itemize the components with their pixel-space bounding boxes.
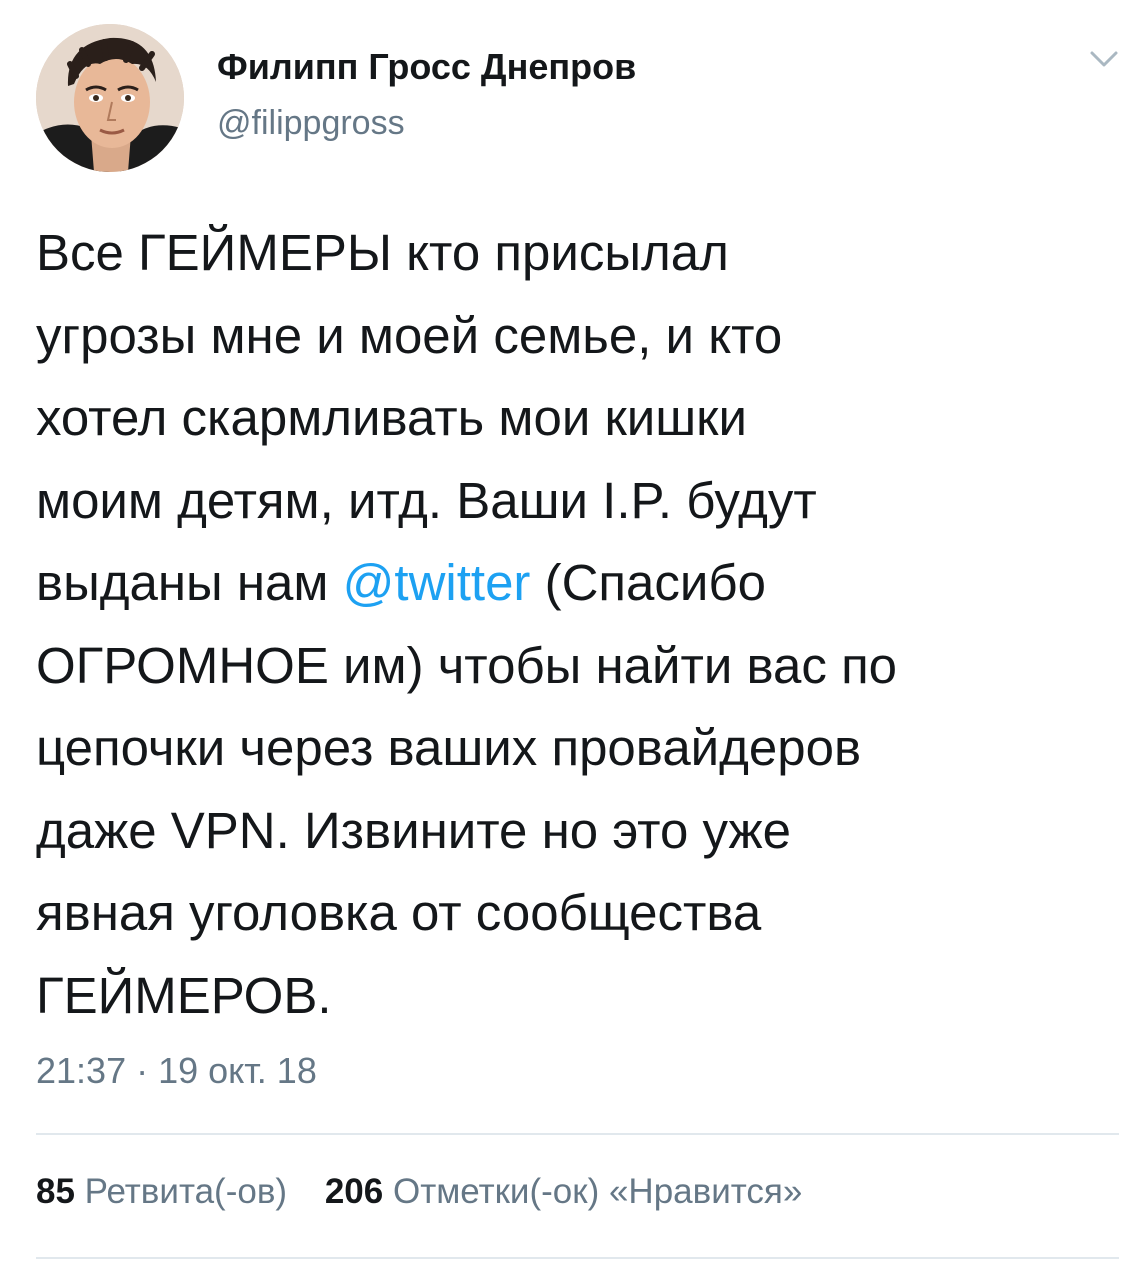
mention-link[interactable]: @twitter	[343, 554, 531, 611]
tweet-text: Все ГЕЙМЕРЫ кто присылал угрозы мне и мо…	[36, 212, 1126, 1037]
tweet-timestamp[interactable]: 21:37 · 19 окт. 18	[36, 1050, 317, 1092]
tweet-text-part: Все ГЕЙМЕРЫ кто присылал угрозы мне и мо…	[36, 224, 817, 611]
tweet-text-part: (Спасибо ОГРОМНОЕ им) чтобы найти вас по…	[36, 554, 898, 1024]
chevron-down-icon[interactable]	[1086, 44, 1122, 74]
retweets-stat[interactable]: 85 Ретвита(-ов)	[36, 1172, 287, 1211]
likes-count: 206	[324, 1172, 384, 1211]
likes-label: Отметки(-ок) «Нравится»	[392, 1172, 803, 1211]
author-name[interactable]: Филипп Гросс Днепров	[217, 46, 636, 88]
avatar[interactable]	[36, 24, 184, 172]
tweet-stats: 85 Ретвита(-ов) 206 Отметки(-ок) «Нравит…	[36, 1172, 830, 1212]
retweets-count: 85	[36, 1172, 75, 1211]
retweets-label: Ретвита(-ов)	[84, 1172, 288, 1211]
likes-stat[interactable]: 206 Отметки(-ок) «Нравится»	[325, 1172, 803, 1211]
divider	[36, 1133, 1119, 1135]
tweet-card: Филипп Гросс Днепров @filippgross Все ГЕ…	[0, 0, 1139, 1280]
author-handle[interactable]: @filippgross	[217, 104, 405, 143]
divider	[36, 1257, 1119, 1259]
